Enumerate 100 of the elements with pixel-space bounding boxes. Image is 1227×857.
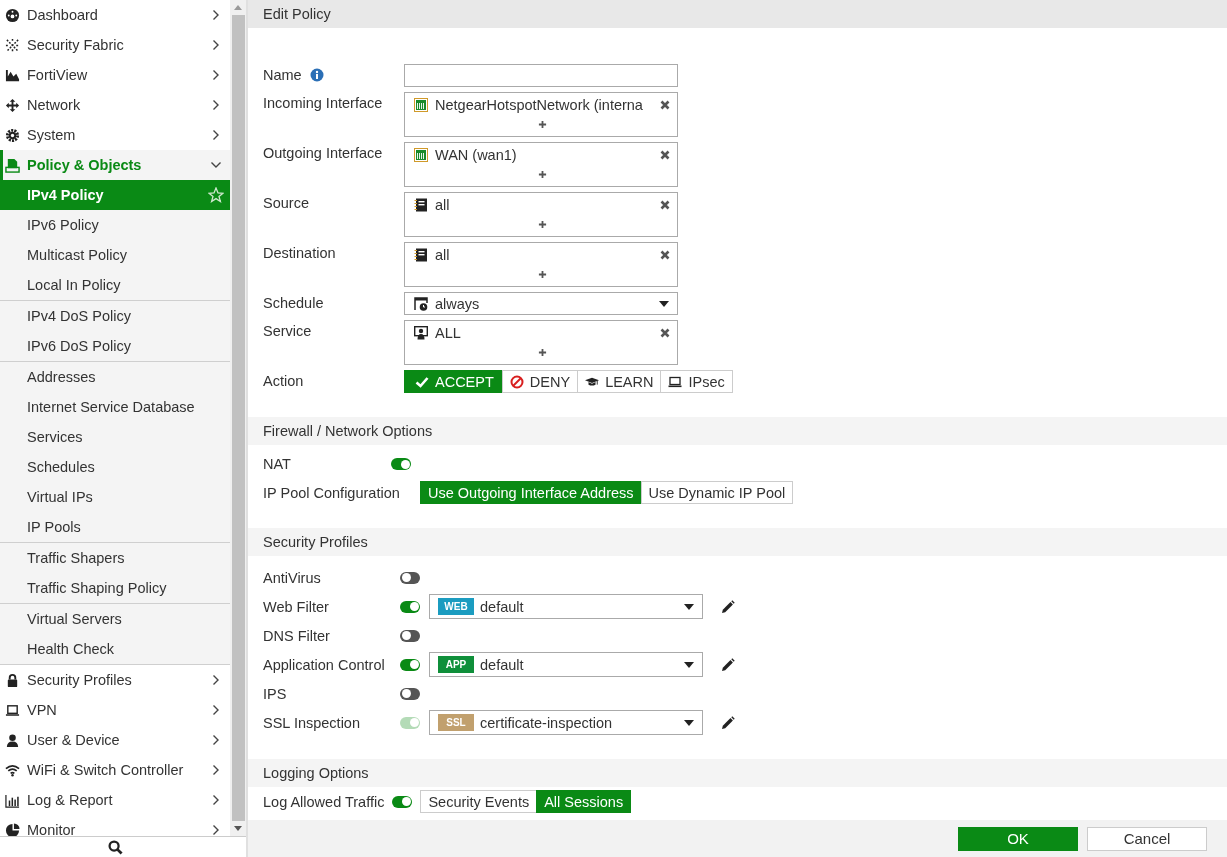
laptop-icon bbox=[668, 374, 683, 389]
segment-button[interactable]: Use Dynamic IP Pool bbox=[640, 481, 794, 504]
chevron-icon bbox=[210, 161, 222, 169]
profile-label: Application Control bbox=[263, 656, 386, 673]
remove-icon[interactable] bbox=[660, 250, 670, 260]
segment-button[interactable]: Security Events bbox=[420, 790, 538, 813]
remove-icon[interactable] bbox=[660, 100, 670, 110]
sidebar-subitem[interactable]: Local In Policy bbox=[0, 270, 230, 300]
toggle-switch[interactable] bbox=[400, 600, 420, 613]
field-label: Action bbox=[263, 373, 304, 389]
section-title: Logging Options bbox=[263, 765, 369, 781]
sidebar-subitem[interactable]: IPv4 Policy bbox=[0, 180, 230, 210]
profile-label: DNS Filter bbox=[263, 627, 331, 644]
chevron-icon bbox=[212, 704, 220, 716]
chevron-icon bbox=[212, 69, 220, 81]
add-icon[interactable] bbox=[537, 348, 547, 357]
selected-entry: NetgearHotspotNetwork (interna bbox=[435, 97, 644, 113]
name-input[interactable] bbox=[404, 64, 678, 87]
scrollbar[interactable] bbox=[230, 0, 246, 836]
segment-button[interactable]: Use Outgoing Interface Address bbox=[420, 481, 642, 504]
profile-label: IPS bbox=[263, 685, 288, 702]
add-icon[interactable] bbox=[537, 120, 547, 129]
edit-icon[interactable] bbox=[721, 657, 735, 672]
toggle-switch[interactable] bbox=[400, 571, 420, 584]
action-button[interactable]: DENY bbox=[501, 370, 579, 393]
toggle-switch[interactable] bbox=[392, 795, 413, 808]
toggle-switch[interactable] bbox=[400, 687, 420, 700]
sidebar-subitem[interactable]: Traffic Shapers bbox=[0, 543, 230, 573]
monitor-user-icon bbox=[414, 326, 428, 340]
sidebar-subitem[interactable]: Health Check bbox=[0, 634, 230, 664]
remove-icon[interactable] bbox=[660, 150, 670, 160]
multi-select-field[interactable]: NetgearHotspotNetwork (interna bbox=[404, 92, 678, 137]
multi-select-field[interactable]: all bbox=[404, 192, 678, 237]
scroll-down-icon[interactable] bbox=[234, 826, 242, 831]
multi-select-field[interactable]: all bbox=[404, 242, 678, 287]
ok-button[interactable]: OK bbox=[958, 826, 1078, 851]
sidebar-subitem[interactable]: Traffic Shaping Policy bbox=[0, 573, 230, 603]
dashboard-icon bbox=[5, 7, 20, 23]
sidebar-subitem[interactable]: Addresses bbox=[0, 362, 230, 392]
profile-dropdown[interactable]: WEB default bbox=[429, 594, 703, 619]
multi-select-field[interactable]: WAN (wan1) bbox=[404, 142, 678, 187]
network-port-icon bbox=[414, 148, 428, 162]
toggle-switch[interactable] bbox=[391, 458, 411, 470]
add-icon[interactable] bbox=[537, 170, 547, 179]
sidebar-subitem[interactable]: Virtual IPs bbox=[0, 482, 230, 512]
profile-label: Web Filter bbox=[263, 598, 330, 615]
section-title: Security Profiles bbox=[263, 534, 368, 550]
caret-icon bbox=[684, 661, 694, 668]
chevron-icon bbox=[212, 794, 220, 806]
option-label: IP Pool Configuration bbox=[263, 484, 401, 501]
checkmark-icon bbox=[415, 374, 429, 389]
multi-select-field[interactable]: ALL bbox=[404, 320, 678, 365]
sidebar-item[interactable]: Policy & Objects bbox=[0, 150, 230, 180]
edit-icon[interactable] bbox=[721, 599, 735, 614]
sidebar-subitem[interactable]: Internet Service Database bbox=[0, 392, 230, 422]
schedule-dropdown[interactable]: always bbox=[404, 292, 678, 315]
prohibited-icon bbox=[509, 374, 524, 389]
field-label: Destination bbox=[263, 245, 336, 261]
lock-icon bbox=[5, 672, 20, 688]
segment-button[interactable]: All Sessions bbox=[536, 790, 632, 813]
chevron-icon bbox=[212, 9, 220, 21]
star-icon[interactable] bbox=[208, 187, 224, 203]
sidebar-subitem[interactable]: Multicast Policy bbox=[0, 240, 230, 270]
sidebar-subitem[interactable]: IPv6 DoS Policy bbox=[0, 331, 230, 361]
field-label: Incoming Interface bbox=[263, 95, 383, 111]
field-label: Name bbox=[263, 67, 302, 83]
pie-chart-icon bbox=[5, 822, 20, 836]
toggle-switch[interactable] bbox=[400, 629, 420, 642]
add-icon[interactable] bbox=[537, 220, 547, 229]
field-label: Service bbox=[263, 323, 312, 339]
network-port-icon bbox=[414, 98, 428, 112]
toggle-switch[interactable] bbox=[400, 658, 420, 671]
action-button[interactable]: LEARN bbox=[577, 370, 662, 393]
action-button[interactable]: IPsec bbox=[660, 370, 733, 393]
chevron-icon bbox=[212, 39, 220, 51]
sidebar-subitem[interactable]: IPv6 Policy bbox=[0, 210, 230, 240]
field-label: Schedule bbox=[263, 295, 324, 311]
address-book-icon bbox=[414, 248, 428, 262]
remove-icon[interactable] bbox=[660, 200, 670, 210]
search-icon[interactable] bbox=[107, 839, 123, 855]
sidebar-subitem[interactable]: IPv4 DoS Policy bbox=[0, 301, 230, 331]
profile-dropdown[interactable]: APP default bbox=[429, 652, 703, 677]
edit-icon[interactable] bbox=[721, 715, 735, 730]
sidebar-subitem[interactable]: IP Pools bbox=[0, 512, 230, 542]
profile-tag: WEB bbox=[438, 598, 474, 615]
page-title: Edit Policy bbox=[263, 6, 331, 22]
profile-tag: SSL bbox=[438, 714, 474, 731]
sidebar-subitem[interactable]: Virtual Servers bbox=[0, 604, 230, 634]
remove-icon[interactable] bbox=[660, 328, 670, 338]
cancel-button[interactable]: Cancel bbox=[1087, 826, 1207, 851]
add-icon[interactable] bbox=[537, 270, 547, 279]
info-icon[interactable] bbox=[309, 68, 324, 82]
action-button[interactable]: ACCEPT bbox=[404, 370, 503, 393]
field-label: Source bbox=[263, 195, 309, 211]
sidebar-subitem[interactable]: Services bbox=[0, 422, 230, 452]
sidebar-subitem[interactable]: Schedules bbox=[0, 452, 230, 482]
option-label: NAT bbox=[263, 456, 292, 472]
move-arrows-icon bbox=[5, 97, 20, 113]
chevron-icon bbox=[212, 764, 220, 776]
profile-label: AntiVirus bbox=[263, 569, 322, 586]
